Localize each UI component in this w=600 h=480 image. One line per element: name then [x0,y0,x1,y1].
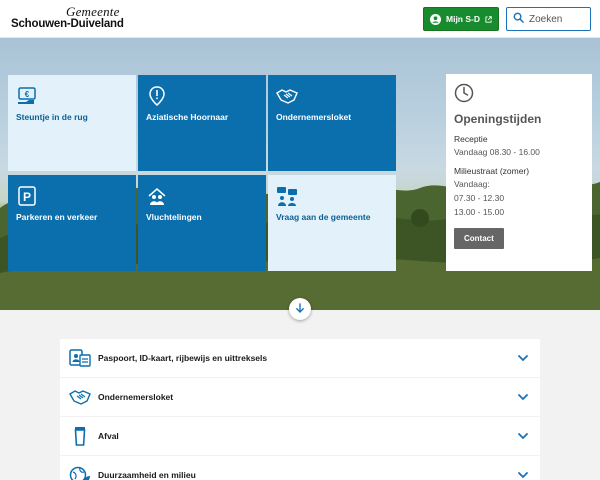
tile-aziatische-hoornaar[interactable]: Aziatische Hoornaar [138,75,266,171]
arrow-down-icon [295,300,305,318]
opening-hours-title: Openingstijden [454,112,542,126]
tile-label: Steuntje in de rug [16,112,88,122]
tile-parkeren-en-verkeer[interactable]: P Parkeren en verkeer [8,175,136,271]
mijn-sd-login-button[interactable]: Mijn S-D [423,7,499,31]
handshake-icon [69,386,91,408]
municipality-logo[interactable]: Gemeente Schouwen-Duiveland [11,5,124,31]
tile-vraag-aan-de-gemeente[interactable]: Vraag aan de gemeente [268,175,396,271]
tile-label: Vraag aan de gemeente [276,212,371,222]
accordion-item-paspoort[interactable]: Paspoort, ID-kaart, rijbewijs en uittrek… [60,339,540,377]
parking-icon: P [16,185,38,207]
milieustraat-time-morning: 07.30 - 12.30 [454,193,505,203]
external-link-icon [485,15,492,23]
globe-leaf-icon [69,464,91,480]
chevron-down-icon [516,390,530,404]
chevron-down-icon [516,351,530,365]
contact-button[interactable]: Contact [454,228,504,249]
accordion-item-duurzaamheid[interactable]: Duurzaamheid en milieu [60,456,540,480]
reception-label: Receptie [454,134,488,144]
user-circle-icon [430,13,441,25]
handshake-icon [276,85,298,107]
euro-hand-icon: € [16,85,38,107]
clock-icon [454,83,584,108]
tile-vluchtelingen[interactable]: Vluchtelingen [138,175,266,271]
tile-steuntje-in-de-rug[interactable]: € Steuntje in de rug [8,75,136,171]
tile-label: Parkeren en verkeer [16,212,98,222]
map-alert-icon [146,85,168,107]
chat-people-icon [276,185,298,207]
accordion-label: Duurzaamheid en milieu [98,470,196,480]
accordion-label: Afval [98,431,119,441]
search-input[interactable] [529,13,587,25]
search-icon [513,10,524,28]
chevron-down-icon [516,429,530,443]
reception-hours: Vandaag 08.30 - 16.00 [454,147,540,157]
svg-text:P: P [23,190,31,204]
opening-hours-card: Openingstijden Receptie Vandaag 08.30 - … [446,74,592,271]
logo-line-name: Schouwen-Duiveland [11,18,124,30]
tile-label: Vluchtelingen [146,212,202,222]
accordion-label: Paspoort, ID-kaart, rijbewijs en uittrek… [98,353,268,363]
scroll-down-button[interactable] [289,298,311,320]
tile-label: Ondernemersloket [276,112,352,122]
people-house-icon [146,185,168,207]
svg-text:€: € [25,90,30,99]
accordion-label: Ondernemersloket [98,392,174,402]
tile-label: Aziatische Hoornaar [146,112,229,122]
logo-line-gemeente: Gemeente [66,4,120,19]
milieustraat-time-afternoon: 13.00 - 15.00 [454,207,505,217]
site-header: Gemeente Schouwen-Duiveland Mijn S-D [0,0,600,38]
chevron-down-icon [516,468,530,480]
tile-ondernemersloket[interactable]: Ondernemersloket [268,75,396,171]
search-box[interactable] [506,7,591,31]
id-card-icon [69,347,91,369]
accordion-item-afval[interactable]: Afval [60,417,540,455]
milieustraat-label: Milieustraat (zomer) [454,166,530,176]
milieustraat-today: Vandaag: [454,179,490,189]
bin-icon [69,425,91,447]
accordion-item-ondernemersloket[interactable]: Ondernemersloket [60,378,540,416]
mijn-sd-label: Mijn S-D [446,14,480,24]
